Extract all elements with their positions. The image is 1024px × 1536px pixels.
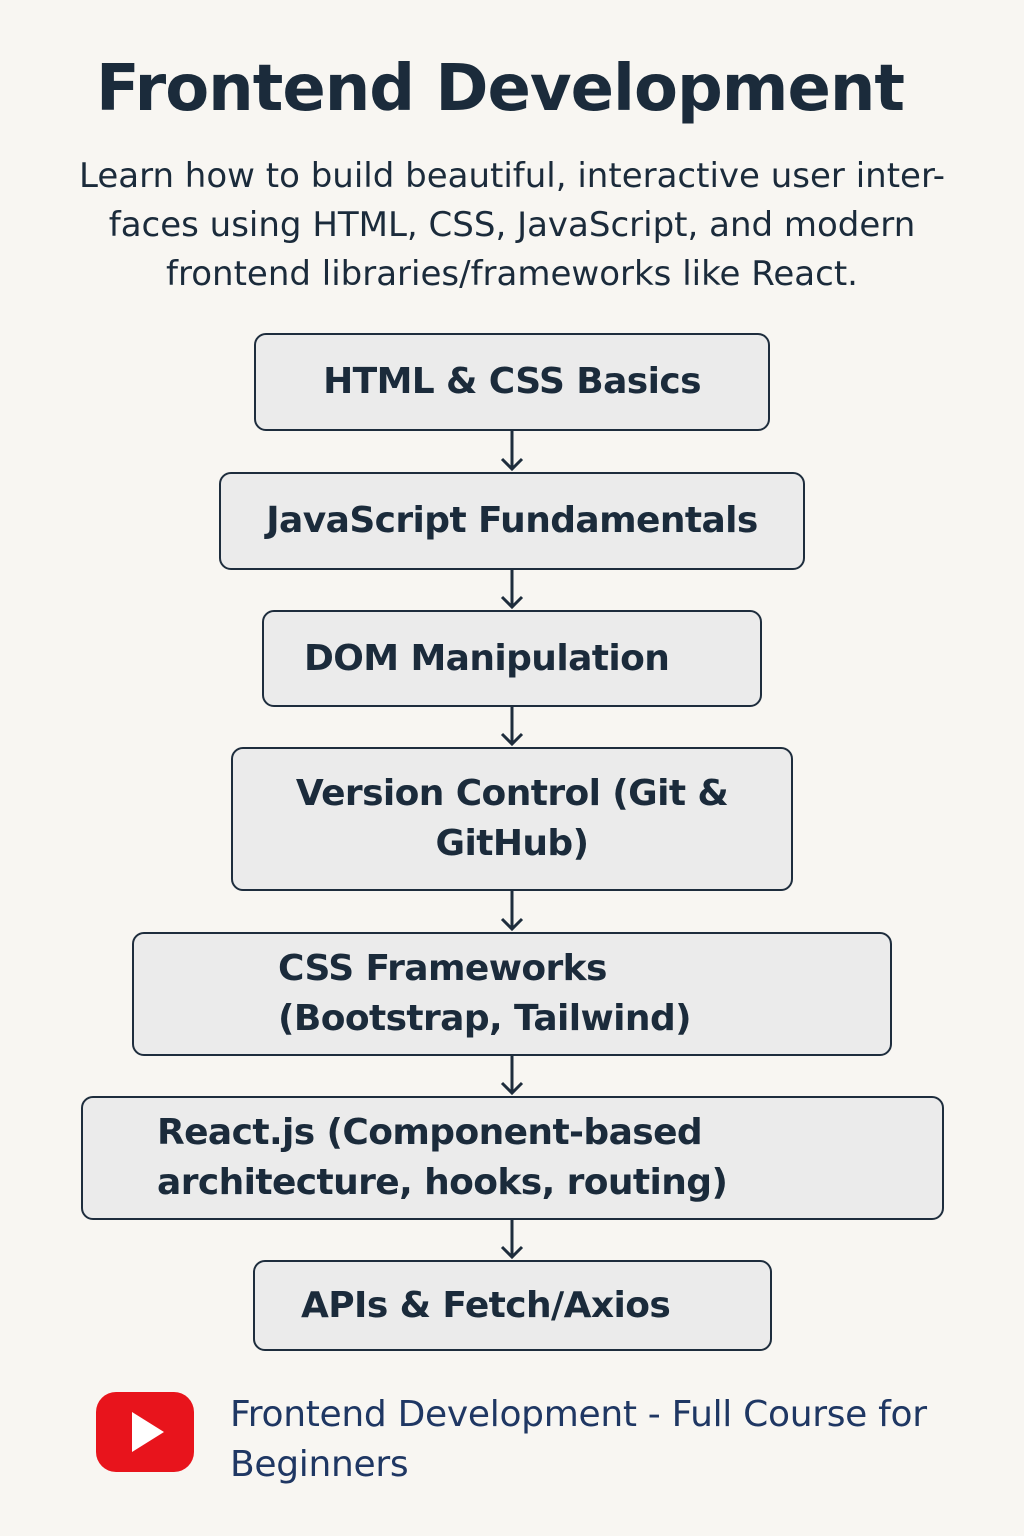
step-html-css-basics: HTML & CSS Basics [254, 333, 770, 431]
step-label: React.js (Component-based architecture, … [157, 1112, 728, 1203]
step-version-control: Version Control (Git & GitHub) [231, 747, 793, 891]
step-apis-fetch-axios: APIs & Fetch/Axios [253, 1260, 772, 1351]
learning-path-flowchart: HTML & CSS Basics JavaScript Fundamental… [0, 0, 1024, 1536]
step-dom-manipulation: DOM Manipulation [262, 610, 762, 707]
arrow-down-icon [500, 1056, 524, 1096]
step-label: JavaScript Fundamentals [266, 500, 758, 541]
step-javascript-fundamentals: JavaScript Fundamentals [219, 472, 805, 570]
course-title-link[interactable]: Frontend Development - Full Course for B… [230, 1390, 950, 1490]
step-css-frameworks: CSS Frameworks (Bootstrap, Tailwind) [132, 932, 892, 1056]
arrow-down-icon [500, 707, 524, 747]
youtube-play-icon[interactable] [96, 1392, 194, 1472]
course-link[interactable]: Frontend Development - Full Course for B… [96, 1390, 956, 1490]
arrow-down-icon [500, 1220, 524, 1260]
arrow-down-icon [500, 570, 524, 610]
step-label: DOM Manipulation [304, 637, 670, 679]
step-label: CSS Frameworks (Bootstrap, Tailwind) [278, 948, 692, 1039]
arrow-down-icon [500, 891, 524, 932]
step-label: Version Control (Git & GitHub) [295, 773, 729, 864]
arrow-down-icon [500, 431, 524, 472]
step-label: APIs & Fetch/Axios [301, 1284, 671, 1326]
step-label: HTML & CSS Basics [323, 361, 701, 402]
step-reactjs: React.js (Component-based architecture, … [81, 1096, 944, 1220]
